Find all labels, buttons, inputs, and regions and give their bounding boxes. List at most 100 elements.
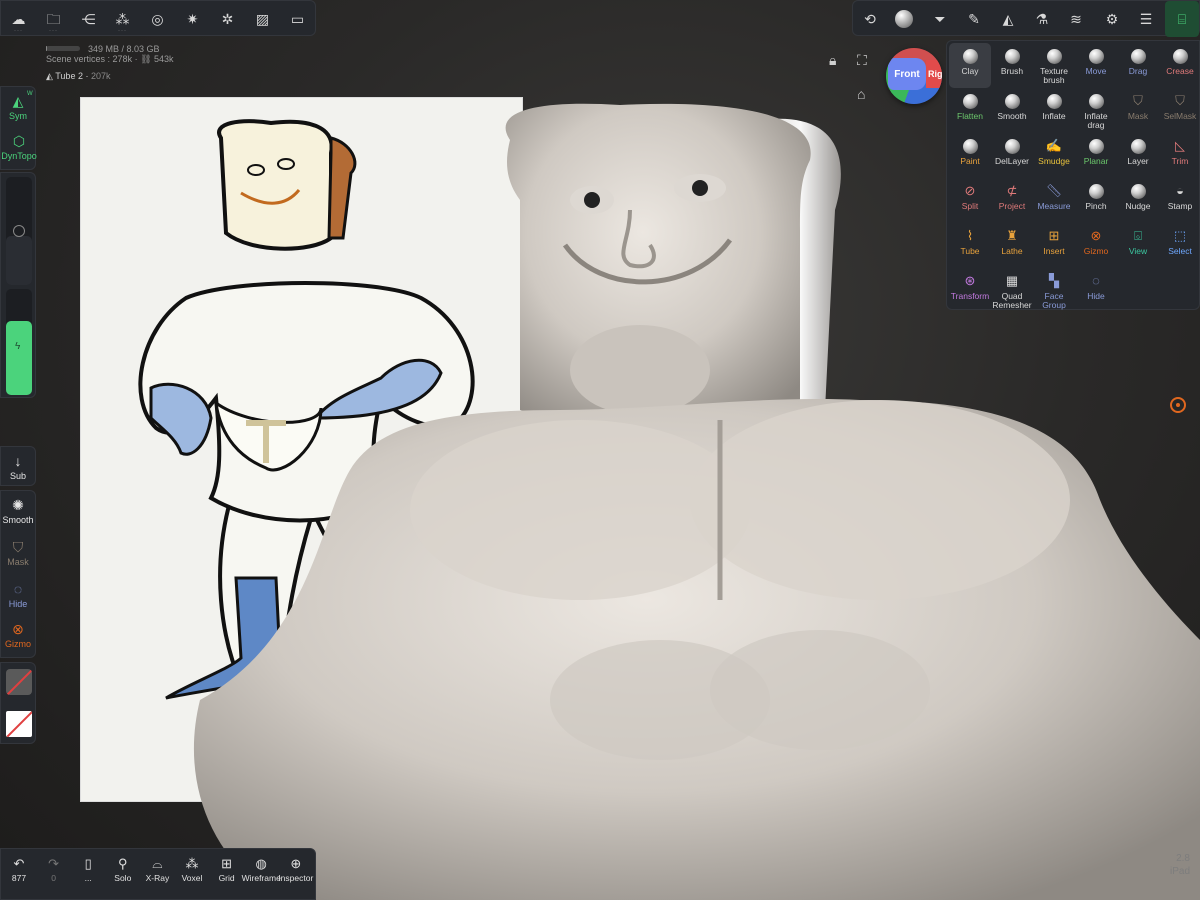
tool-smudge[interactable]: ✍ Smudge xyxy=(1033,133,1075,178)
fullscreen-icon[interactable]: ⛶ xyxy=(857,52,867,69)
tool-selmask[interactable]: ⛉ SelMask xyxy=(1159,88,1200,133)
tool-select[interactable]: ⬚ Select xyxy=(1159,223,1200,268)
tool-label: Pinch xyxy=(1085,201,1107,211)
sub-button[interactable]: ↓ Sub xyxy=(1,453,35,481)
view-cube-right[interactable]: Rig xyxy=(926,60,942,88)
tool-paint[interactable]: Paint xyxy=(949,133,991,178)
tool-project[interactable]: ⊄ Project xyxy=(991,178,1033,223)
bottom-solo-button[interactable]: ⚲ Solo xyxy=(106,855,140,895)
image-icon[interactable]: ▨ xyxy=(245,1,280,37)
bottom-inspector-button[interactable]: ⊕ Inspector xyxy=(278,855,313,895)
smooth-button[interactable]: ✺ Smooth xyxy=(1,497,35,525)
tool-tube[interactable]: ⌇ Tube xyxy=(949,223,991,268)
settings-icon[interactable]: ⚙ xyxy=(1095,1,1129,37)
funnel-icon[interactable]: ⏷ xyxy=(923,1,957,37)
tool-flatten[interactable]: Flatten xyxy=(949,88,991,133)
tool-layer[interactable]: Layer xyxy=(1117,133,1159,178)
tool-hide[interactable]: ◌ Hide xyxy=(1075,268,1117,313)
hide-button[interactable]: ◌ Hide xyxy=(1,581,35,609)
sun-icon[interactable]: ✷ xyxy=(175,1,210,37)
bottom-0-button[interactable]: ↷ 0 xyxy=(37,855,71,895)
top-left-toolbar: ☁ ··· 🗀 ··· ⋲ ⁂ ··· ◎ ✷ ✲ ▨ ▭ xyxy=(0,0,316,36)
shield-icon: ⛉ xyxy=(1175,93,1185,109)
tool-dellayer[interactable]: DelLayer xyxy=(991,133,1033,178)
bottom--button[interactable]: ▯... xyxy=(71,855,105,895)
tool-face-group[interactable]: ▚ Face Group xyxy=(1033,268,1075,313)
symmetry-panel: ◭ Sym W ⬡ DynTopo xyxy=(0,86,37,170)
tool-label: Stamp xyxy=(1167,201,1193,211)
tool-insert[interactable]: ⊞ Insert xyxy=(1033,223,1075,268)
tool-inflate[interactable]: Inflate xyxy=(1033,88,1075,133)
triangle-icon[interactable]: ◭ xyxy=(991,1,1025,37)
tool-label: Clay xyxy=(961,66,979,76)
gizmo-button[interactable]: ⊗ Gizmo xyxy=(1,621,35,649)
brush-sphere-icon xyxy=(1172,48,1188,64)
matcap-swatch[interactable] xyxy=(6,669,32,695)
cubes-icon[interactable]: ⁂ ··· xyxy=(105,1,140,37)
ruler-icon: 📏︎ xyxy=(1045,183,1063,199)
sliders-icon[interactable]: ☰ xyxy=(1129,1,1163,37)
tool-texture-brush[interactable]: Texture brush xyxy=(1033,43,1075,88)
radius-slider[interactable] xyxy=(6,177,32,285)
tool-transform[interactable]: ⊛ Transform xyxy=(949,268,991,313)
flask-icon[interactable]: ⚗ xyxy=(1025,1,1059,37)
sub-panel: ↓ Sub xyxy=(0,446,36,486)
lock-icon[interactable]: 🔒︎ xyxy=(829,52,836,69)
tool-label: Insert xyxy=(1043,246,1065,256)
view-cube[interactable]: Front Rig xyxy=(886,48,942,104)
tool-quad-remesher[interactable]: ▦ Quad Remesher xyxy=(991,268,1033,313)
project-icon: ⊄ xyxy=(1006,183,1018,199)
scene-tree-icon[interactable]: ⌸ xyxy=(1165,1,1199,37)
share-nodes-icon[interactable]: ⋲ xyxy=(71,1,106,37)
tool-inflate-drag[interactable]: Inflate drag xyxy=(1075,88,1117,133)
tool-clay[interactable]: Clay xyxy=(949,43,991,88)
camera-icon[interactable]: ▭ xyxy=(280,1,315,37)
tool-lathe[interactable]: ♜ Lathe xyxy=(991,223,1033,268)
tool-stamp[interactable]: ◒ Stamp xyxy=(1159,178,1200,223)
bottom-label: ... xyxy=(84,873,92,883)
tool-gizmo[interactable]: ⊗ Gizmo xyxy=(1075,223,1117,268)
tool-trim[interactable]: ◺ Trim xyxy=(1159,133,1200,178)
dyntopo-button[interactable]: ⬡ DynTopo xyxy=(1,133,37,161)
tool-pinch[interactable]: Pinch xyxy=(1075,178,1117,223)
home-icon[interactable]: ⌂ xyxy=(857,86,865,102)
color-swatch[interactable] xyxy=(6,711,32,737)
bottom-grid-button[interactable]: ⊞ Grid xyxy=(210,855,244,895)
tool-drag[interactable]: Drag xyxy=(1117,43,1159,88)
tool-label: View xyxy=(1128,246,1148,256)
bottom-voxel-button[interactable]: ⁂ Voxel xyxy=(175,855,209,895)
tool-view[interactable]: ⌺ View xyxy=(1117,223,1159,268)
bottom-877-button[interactable]: ↶ 877 xyxy=(2,855,36,895)
bottom-xray-button[interactable]: ⌓ X-Ray xyxy=(140,855,174,895)
tool-mask[interactable]: ⛉ Mask xyxy=(1117,88,1159,133)
material-swatches xyxy=(0,662,36,744)
tool-label: Smooth xyxy=(997,111,1027,121)
sym-button[interactable]: ◭ Sym xyxy=(1,93,35,121)
layers-icon[interactable]: ≋ xyxy=(1059,1,1093,37)
cloud-sync-icon[interactable]: ⟲ xyxy=(853,1,887,37)
lathe-icon: ♜ xyxy=(1006,228,1018,244)
tool-measure[interactable]: 📏︎ Measure xyxy=(1033,178,1075,223)
sketchfab-icon[interactable]: ☁ ··· xyxy=(1,1,36,37)
intensity-slider[interactable]: ϟ xyxy=(6,289,32,395)
tool-crease[interactable]: Crease xyxy=(1159,43,1200,88)
globe-icon[interactable]: ◎ xyxy=(140,1,175,37)
tool-label: DelLayer xyxy=(994,156,1030,166)
trim-icon: ◺ xyxy=(1175,138,1185,154)
tool-label: Split xyxy=(961,201,979,211)
tool-brush[interactable]: Brush xyxy=(991,43,1033,88)
tool-nudge[interactable]: Nudge xyxy=(1117,178,1159,223)
tool-smooth[interactable]: Smooth xyxy=(991,88,1033,133)
tool-label: Drag xyxy=(1128,66,1148,76)
tool-split[interactable]: ⊘ Split xyxy=(949,178,991,223)
pivot-icon[interactable] xyxy=(1170,397,1186,413)
view-cube-front[interactable]: Front xyxy=(888,58,926,90)
tool-move[interactable]: Move xyxy=(1075,43,1117,88)
mask-button[interactable]: ⛉ Mask xyxy=(1,539,35,567)
pen-icon[interactable]: ✎ xyxy=(957,1,991,37)
bottom-wireframe-button[interactable]: ◍ Wireframe xyxy=(242,855,281,895)
aperture-icon[interactable]: ✲ xyxy=(210,1,245,37)
material-sphere-icon[interactable] xyxy=(887,1,921,37)
folder-icon[interactable]: 🗀 ··· xyxy=(36,1,71,37)
tool-planar[interactable]: Planar xyxy=(1075,133,1117,178)
